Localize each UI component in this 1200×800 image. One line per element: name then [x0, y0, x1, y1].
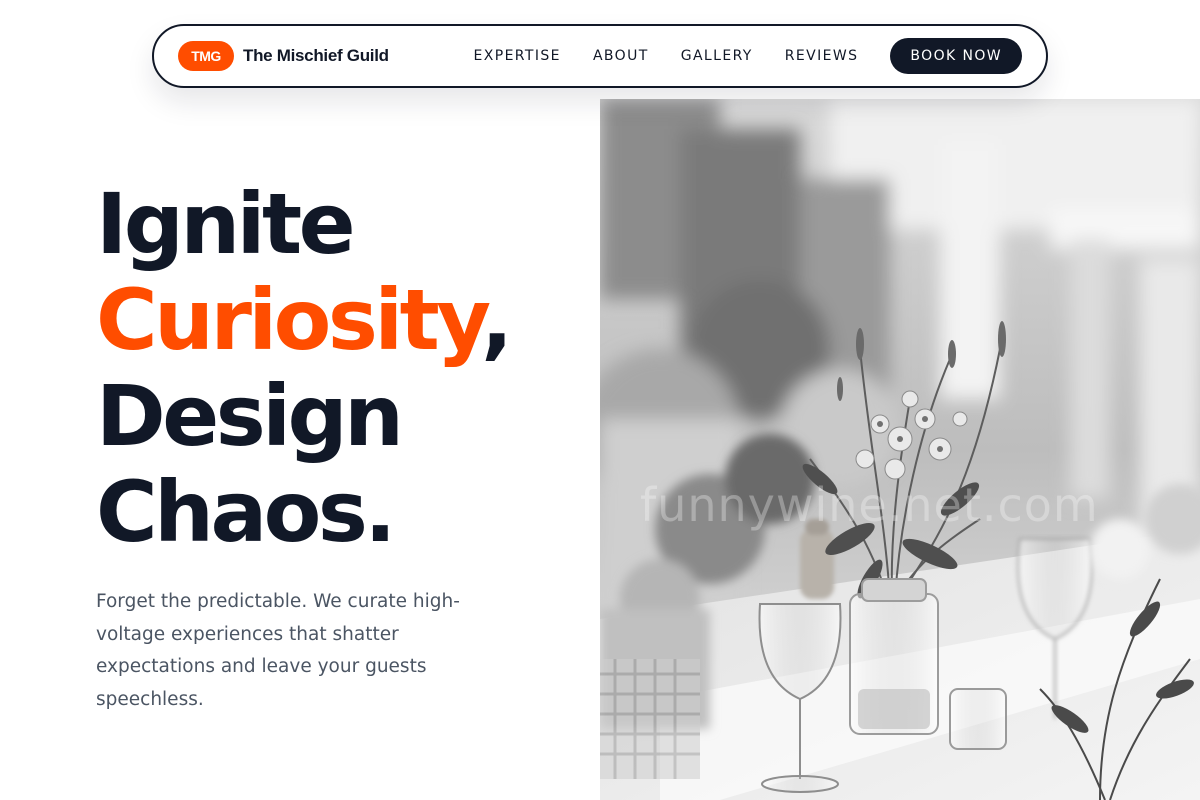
nav-link-gallery[interactable]: GALLERY — [681, 48, 753, 64]
top-navigation: TMG The Mischief Guild EXPERTISE ABOUT G… — [152, 24, 1048, 88]
nav-link-about[interactable]: ABOUT — [593, 48, 649, 64]
hero-title-accent: Curiosity — [96, 271, 485, 369]
nav-link-expertise[interactable]: EXPERTISE — [473, 48, 560, 64]
page: TMG The Mischief Guild EXPERTISE ABOUT G… — [0, 0, 1200, 800]
hero-title-line-2: Curiosity, — [96, 272, 576, 368]
hero-photo — [600, 99, 1200, 800]
hero-title-accent-punctuation: , — [481, 271, 513, 369]
nav-links: EXPERTISE ABOUT GALLERY REVIEWS BOOK NOW — [473, 38, 1022, 74]
hero-title-line-3: Design — [96, 367, 404, 465]
book-now-button[interactable]: BOOK NOW — [890, 38, 1022, 74]
logo-badge: TMG — [178, 41, 234, 71]
hero-subtitle: Forget the predictable. We curate high-v… — [96, 591, 460, 710]
hero-title-line-1: Ignite — [96, 175, 356, 273]
brand-name: The Mischief Guild — [243, 46, 389, 65]
hero-title-line-4: Chaos. — [96, 463, 396, 561]
hero-title: Ignite Curiosity, Design Chaos. — [96, 176, 576, 560]
table-setting-illustration — [600, 99, 1200, 800]
nav-link-reviews[interactable]: REVIEWS — [785, 48, 859, 64]
brand-logo-link[interactable]: TMG The Mischief Guild — [178, 41, 389, 71]
